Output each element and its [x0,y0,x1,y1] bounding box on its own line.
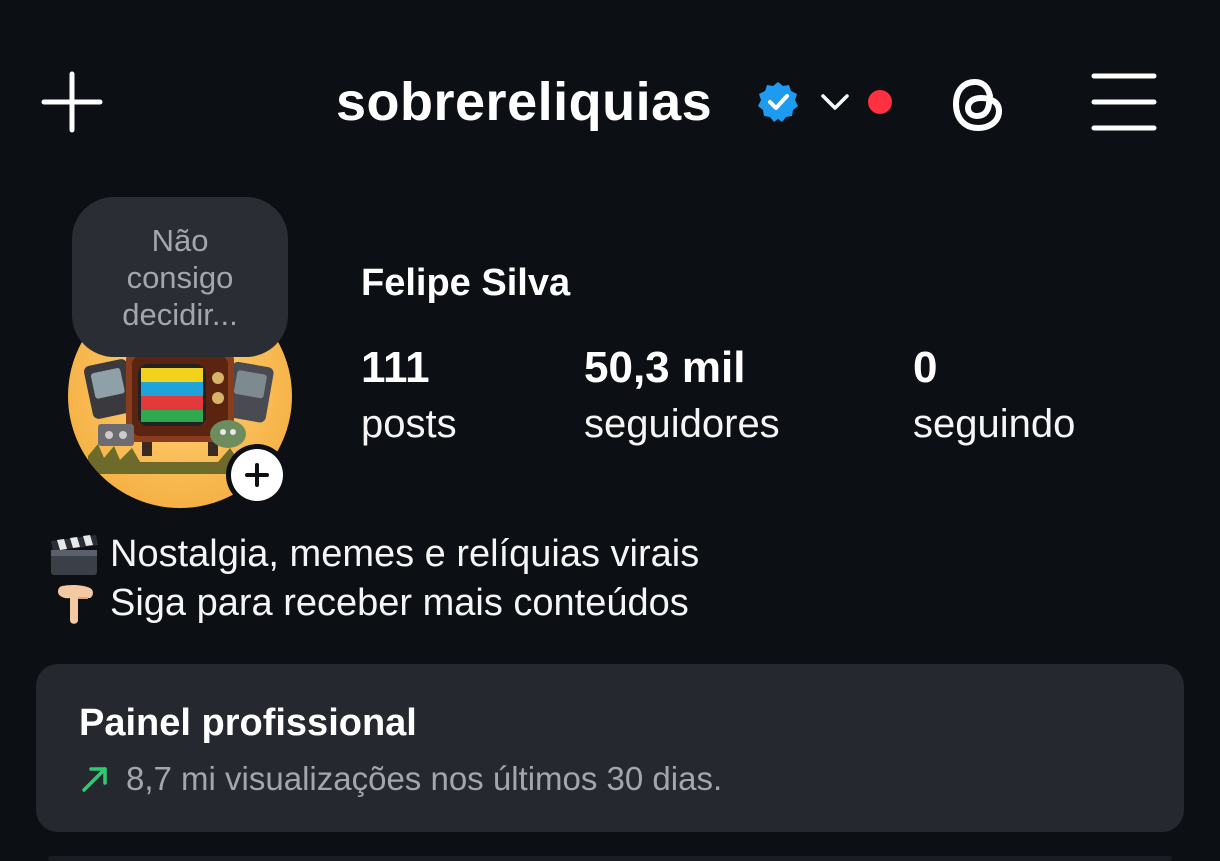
next-section-edge [48,856,1172,861]
note-text: Não consigo decidir... [122,222,238,332]
chevron-down-icon [821,94,849,110]
pointing-down-hand-icon [58,584,93,624]
stat-value: 50,3 mil [584,343,746,392]
stat-label: seguindo [913,402,1076,446]
trending-up-arrow-icon [82,767,107,792]
verified-badge-icon [758,82,799,122]
threads-button[interactable] [944,68,1014,138]
stat-following[interactable]: 0 seguindo [913,340,1075,452]
bio-line: Nostalgia, memes e relíquias virais [48,530,699,579]
profile-screen: sobrereliquias Não consigo decidir... Fe… [0,0,1220,861]
professional-dashboard-card[interactable]: Painel profissional 8,7 mi visualizações… [36,664,1184,832]
bio-line: Siga para receber mais conteúdos [48,579,699,628]
plus-icon [245,463,269,487]
note-bubble[interactable]: Não consigo decidir... [72,197,288,357]
stat-followers[interactable]: 50,3 mil seguidores [584,340,780,452]
clapper-board-icon [51,534,98,575]
dashboard-subtitle: 8,7 mi visualizações nos últimos 30 dias… [80,760,722,798]
top-bar: sobrereliquias [0,0,1220,200]
dashboard-subtitle-text: 8,7 mi visualizações nos últimos 30 dias… [126,760,723,797]
hamburger-menu-icon [1091,73,1157,131]
bio-text: Siga para receber mais conteúdos [110,582,689,624]
full-name: Felipe Silva [361,262,571,304]
stat-label: seguidores [584,402,780,446]
notification-dot [868,90,893,114]
stat-label: posts [361,402,457,446]
dashboard-title: Painel profissional [79,702,417,744]
username: sobrereliquias [336,72,713,132]
bio-text: Nostalgia, memes e relíquias virais [110,533,700,575]
bio: Nostalgia, memes e relíquias virais Siga… [48,530,699,628]
add-story-inner [231,449,283,501]
plus-icon [41,71,103,133]
threads-icon [953,79,1002,131]
create-button[interactable] [40,70,104,134]
account-switcher[interactable]: sobrereliquias [336,60,893,144]
add-story-button[interactable] [226,444,288,506]
menu-button[interactable] [1090,70,1158,134]
stat-posts[interactable]: 111 posts [361,340,457,452]
stat-value: 0 [913,343,938,392]
stat-value: 111 [361,343,430,392]
